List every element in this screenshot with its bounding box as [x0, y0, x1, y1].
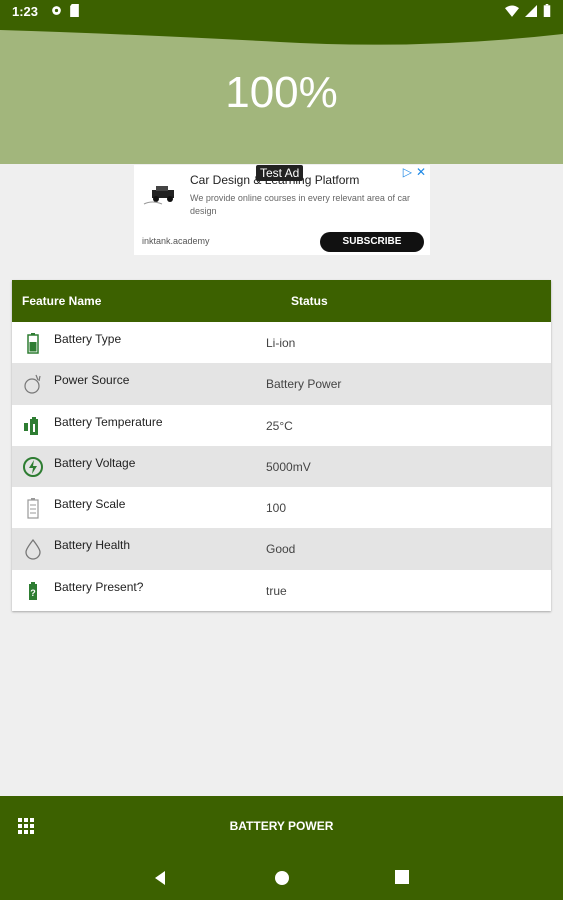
- signal-icon: [525, 4, 537, 20]
- header-wave: [0, 24, 563, 45]
- battery-icon: [27, 333, 39, 354]
- status-header: Status: [291, 294, 328, 308]
- ad-banner[interactable]: Test Ad ▷ ✕ Car Design & Learning Platfo…: [134, 165, 430, 255]
- svg-text:?: ?: [30, 588, 36, 598]
- feature-name-header: Feature Name: [22, 294, 102, 308]
- home-icon[interactable]: [274, 870, 290, 886]
- feature-name: Battery Health: [54, 538, 131, 553]
- feature-value: 25°C: [266, 418, 293, 433]
- ad-description: We provide online courses in every relev…: [190, 193, 410, 216]
- system-nav-bar: [0, 856, 563, 900]
- battery-info-table: Feature Name Status Battery Type Li-ion …: [12, 280, 551, 612]
- drop-icon: [25, 539, 41, 561]
- feature-value: Good: [266, 542, 296, 557]
- table-row: ? Battery Present? true: [12, 570, 551, 611]
- battery-unknown-icon: ?: [29, 581, 37, 600]
- feature-value: Battery Power: [266, 377, 342, 392]
- table-row: Battery Temperature 25°C: [12, 405, 551, 446]
- ad-choices-icon[interactable]: ▷: [403, 165, 412, 179]
- sd-card-icon: [69, 4, 80, 20]
- feature-name: Battery Temperature: [54, 414, 163, 429]
- feature-value: true: [266, 583, 287, 598]
- table-row: Battery Health Good: [12, 528, 551, 570]
- table-header: Feature Name Status: [12, 280, 551, 322]
- ad-choices[interactable]: ▷ ✕: [403, 165, 426, 179]
- car-image-icon: [143, 186, 174, 205]
- feature-value: 100: [266, 501, 287, 516]
- table-row: Battery Voltage 5000mV: [12, 445, 551, 488]
- app-bar-title: BATTERY POWER: [229, 819, 334, 833]
- bottom-app-bar: BATTERY POWER: [0, 796, 563, 856]
- battery-header: 100%: [0, 24, 563, 164]
- table-row: Battery Type Li-ion: [12, 322, 551, 363]
- battery-scale-icon: [27, 498, 39, 519]
- feature-name: Battery Scale: [54, 497, 126, 512]
- status-bar: 1:23: [0, 0, 563, 24]
- battery-percent: 100%: [225, 68, 338, 117]
- test-ad-badge: Test Ad: [256, 165, 304, 181]
- subscribe-button[interactable]: SUBSCRIBE: [320, 232, 424, 252]
- feature-value: Li-ion: [266, 336, 296, 350]
- feature-value: 5000mV: [266, 459, 311, 474]
- table-row: Battery Scale 100: [12, 487, 551, 528]
- feature-name: Power Source: [54, 373, 130, 388]
- ad-domain: inktank.academy: [142, 236, 210, 246]
- recents-icon[interactable]: [395, 870, 409, 884]
- wifi-icon: [505, 4, 519, 20]
- table-row: Power Source Battery Power: [12, 363, 551, 405]
- thermometer-battery-icon: [24, 416, 38, 435]
- feature-name: Battery Type: [54, 332, 122, 346]
- back-icon[interactable]: [153, 870, 167, 886]
- feature-name: Battery Present?: [54, 579, 144, 594]
- feature-name: Battery Voltage: [54, 455, 136, 470]
- ad-close-icon[interactable]: ✕: [416, 165, 426, 179]
- status-time: 1:23: [12, 4, 39, 19]
- power-plug-icon: [24, 375, 41, 394]
- voltage-icon: [23, 456, 43, 477]
- battery-status-icon: [543, 4, 551, 20]
- settings-icon: [50, 4, 63, 20]
